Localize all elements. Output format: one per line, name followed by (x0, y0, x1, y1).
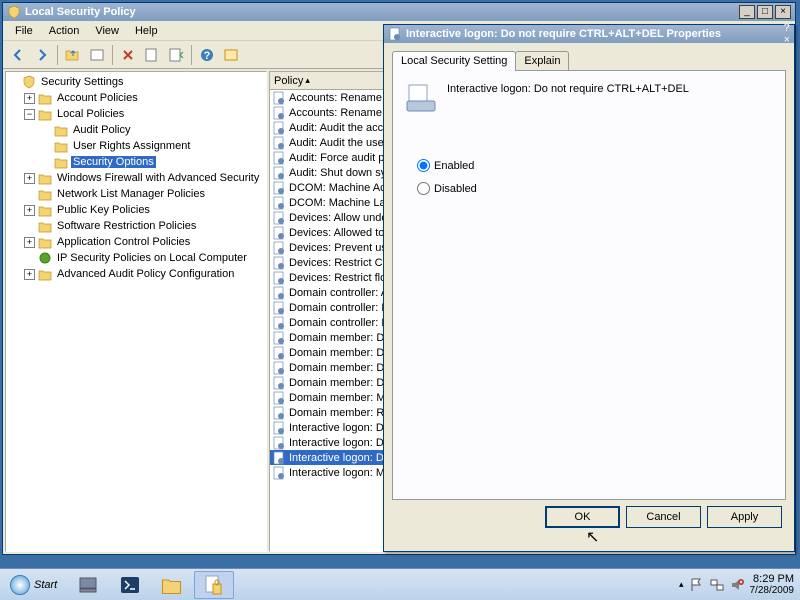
dialog-title: Interactive logon: Do not require CTRL+A… (406, 28, 784, 40)
apply-button[interactable]: Apply (707, 506, 782, 528)
menu-action[interactable]: Action (41, 23, 88, 39)
tree-network-list[interactable]: Network List Manager Policies (24, 186, 264, 202)
menu-file[interactable]: File (7, 23, 41, 39)
ok-button[interactable]: OK (545, 506, 620, 528)
help-button[interactable]: ? (196, 44, 218, 66)
cancel-button[interactable]: Cancel (626, 506, 701, 528)
policy-icon (405, 83, 437, 115)
radio-disabled[interactable]: Disabled (417, 182, 773, 195)
task-powershell[interactable] (110, 571, 150, 599)
system-tray: ▴ 8:29 PM 7/28/2009 (679, 573, 800, 597)
tree-security-options[interactable]: Security Options (40, 154, 264, 170)
delete-button[interactable] (117, 44, 139, 66)
task-explorer[interactable] (152, 571, 192, 599)
maximize-button[interactable]: □ (757, 5, 773, 19)
policy-heading: Interactive logon: Do not require CTRL+A… (447, 83, 773, 95)
menu-help[interactable]: Help (127, 23, 166, 39)
tree-app-control[interactable]: +Application Control Policies (24, 234, 264, 250)
tray-show-hidden[interactable]: ▴ (679, 579, 684, 590)
close-button[interactable]: × (775, 5, 791, 19)
tree-firewall[interactable]: +Windows Firewall with Advanced Security (24, 170, 264, 186)
dialog-close-button[interactable]: × (784, 34, 790, 46)
task-secpol[interactable] (194, 571, 234, 599)
tree-audit-policy[interactable]: Audit Policy (40, 122, 264, 138)
taskbar: Start ▴ 8:29 PM 7/28/2009 (0, 568, 800, 600)
menu-view[interactable]: View (87, 23, 127, 39)
export-button[interactable] (165, 44, 187, 66)
back-button[interactable] (7, 44, 29, 66)
refresh-button[interactable] (141, 44, 163, 66)
properties-button[interactable] (86, 44, 108, 66)
tree-pane[interactable]: Security Settings +Account Policies −Loc… (5, 71, 267, 552)
tree-user-rights[interactable]: User Rights Assignment (40, 138, 264, 154)
start-button[interactable]: Start (2, 573, 65, 597)
windows-orb-icon (10, 575, 30, 595)
up-button[interactable] (62, 44, 84, 66)
properties-dialog: Interactive logon: Do not require CTRL+A… (383, 24, 795, 552)
tree-software-restrict[interactable]: Software Restriction Policies (24, 218, 264, 234)
tab-local-security[interactable]: Local Security Setting (392, 51, 516, 71)
dialog-titlebar: Interactive logon: Do not require CTRL+A… (384, 25, 794, 43)
tab-explain[interactable]: Explain (515, 51, 569, 70)
titlebar: Local Security Policy _ □ × (3, 3, 795, 21)
tree-adv-audit[interactable]: +Advanced Audit Policy Configuration (24, 266, 264, 282)
radio-enabled[interactable]: Enabled (417, 159, 773, 172)
dialog-tabpane: Interactive logon: Do not require CTRL+A… (392, 70, 786, 500)
volume-icon[interactable] (730, 578, 744, 592)
svg-text:?: ? (204, 50, 211, 62)
options-button[interactable] (220, 44, 242, 66)
tree-account-policies[interactable]: +Account Policies (24, 90, 264, 106)
clock[interactable]: 8:29 PM 7/28/2009 (750, 573, 795, 597)
tree-public-key[interactable]: +Public Key Policies (24, 202, 264, 218)
app-icon (7, 5, 21, 19)
network-icon[interactable] (710, 578, 724, 592)
forward-button[interactable] (31, 44, 53, 66)
minimize-button[interactable]: _ (739, 5, 755, 19)
tree-local-policies[interactable]: −Local Policies (24, 106, 264, 122)
task-server-manager[interactable] (68, 571, 108, 599)
dialog-icon (388, 27, 402, 41)
window-title: Local Security Policy (25, 6, 739, 18)
flag-icon[interactable] (690, 578, 704, 592)
dialog-help-button[interactable]: ? (784, 22, 790, 34)
tree-root[interactable]: Security Settings (8, 74, 264, 90)
tree-ipsec[interactable]: IP Security Policies on Local Computer (24, 250, 264, 266)
